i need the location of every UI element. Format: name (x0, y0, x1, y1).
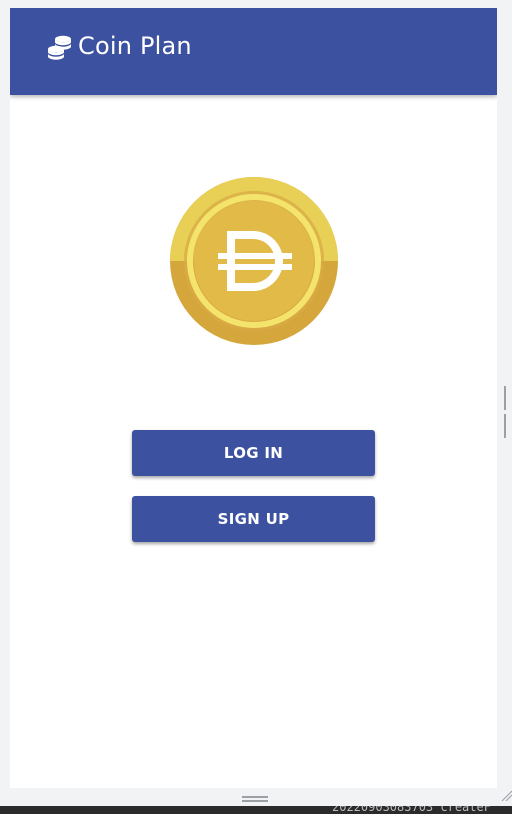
resize-handle-vertical[interactable] (504, 386, 509, 438)
app-viewport: Coin Plan LOG IN SIGN UP (10, 8, 497, 788)
resize-handle-horizontal[interactable] (242, 796, 268, 802)
app-title: Coin Plan (78, 32, 192, 60)
coins-stack-icon (48, 35, 71, 60)
resize-corner-icon[interactable] (500, 789, 512, 801)
status-text: 20220903083703 createF (332, 806, 491, 814)
status-strip: 20220903083703 createF (0, 806, 512, 814)
dai-coin-icon (170, 177, 338, 345)
app-header: Coin Plan (10, 8, 497, 95)
login-button[interactable]: LOG IN (132, 430, 375, 476)
signup-button[interactable]: SIGN UP (132, 496, 375, 542)
